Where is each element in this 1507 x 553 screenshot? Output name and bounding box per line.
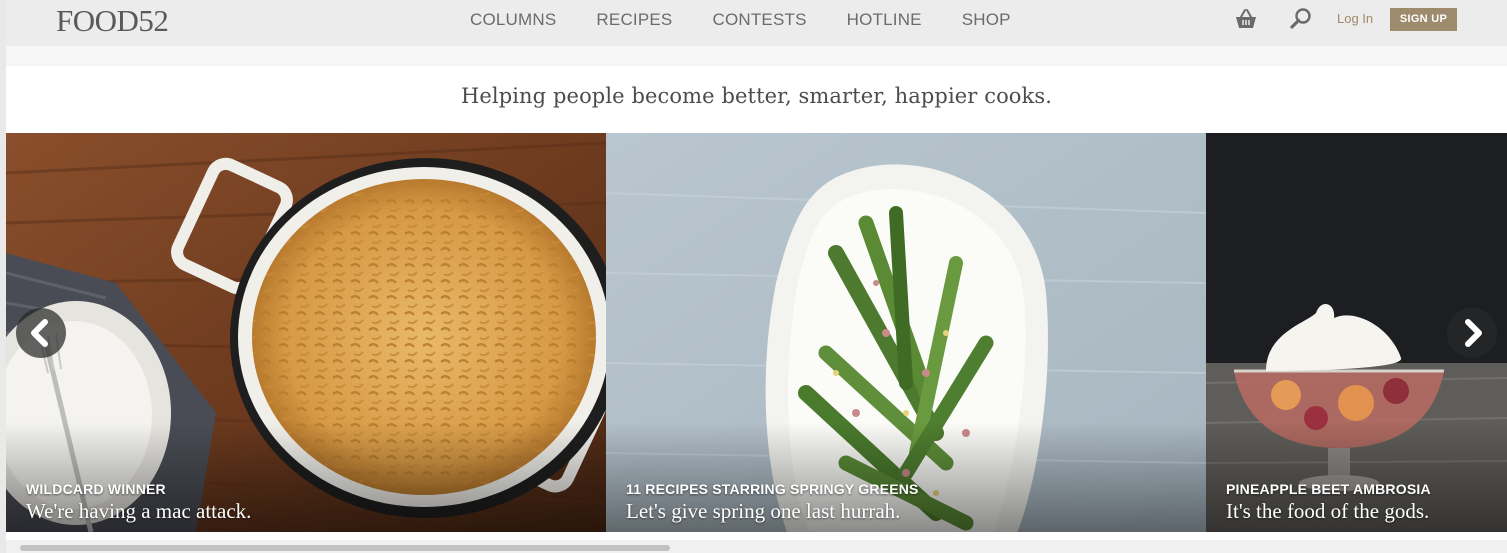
carousel-prev-button[interactable] xyxy=(16,308,66,358)
scrollbar-thumb[interactable] xyxy=(20,545,670,551)
tagline: Helping people become better, smarter, h… xyxy=(460,84,1053,108)
slide-caption[interactable]: Let's give spring one last hurrah. xyxy=(626,499,900,524)
nav-columns[interactable]: COLUMNS xyxy=(470,0,556,40)
slide-caption[interactable]: We're having a mac attack. xyxy=(26,499,251,524)
nav-shop[interactable]: SHOP xyxy=(962,0,1011,40)
horizontal-scrollbar[interactable] xyxy=(6,540,1507,553)
carousel-slide-greens[interactable]: 11 RECIPES STARRING SPRINGY GREENS Let's… xyxy=(606,133,1206,532)
slide-kicker[interactable]: WILDCARD WINNER xyxy=(26,481,166,497)
nav-contests[interactable]: CONTESTS xyxy=(712,0,806,40)
slide-kicker[interactable]: 11 RECIPES STARRING SPRINGY GREENS xyxy=(626,481,919,497)
hero-carousel: WILDCARD WINNER We're having a mac attac… xyxy=(6,133,1507,532)
chevron-right-icon xyxy=(1465,319,1482,347)
basket-icon[interactable] xyxy=(1234,8,1258,30)
slide-kicker[interactable]: PINEAPPLE BEET AMBROSIA xyxy=(1226,481,1431,497)
signup-button[interactable]: SIGN UP xyxy=(1390,8,1457,31)
carousel-slide-mac[interactable]: WILDCARD WINNER We're having a mac attac… xyxy=(6,133,606,532)
slide-caption[interactable]: It's the food of the gods. xyxy=(1226,499,1429,524)
main-nav: COLUMNS RECIPES CONTESTS HOTLINE SHOP xyxy=(470,0,1051,40)
nav-hotline[interactable]: HOTLINE xyxy=(847,0,922,40)
search-icon[interactable] xyxy=(1289,7,1313,31)
chevron-left-icon xyxy=(31,319,48,347)
nav-recipes[interactable]: RECIPES xyxy=(596,0,672,40)
header-subband xyxy=(6,46,1507,66)
site-header: FOOD52 COLUMNS RECIPES CONTESTS HOTLINE … xyxy=(6,0,1507,46)
login-link[interactable]: Log In xyxy=(1337,10,1373,28)
carousel-next-button[interactable] xyxy=(1447,308,1497,358)
logo[interactable]: FOOD52 xyxy=(56,4,169,38)
